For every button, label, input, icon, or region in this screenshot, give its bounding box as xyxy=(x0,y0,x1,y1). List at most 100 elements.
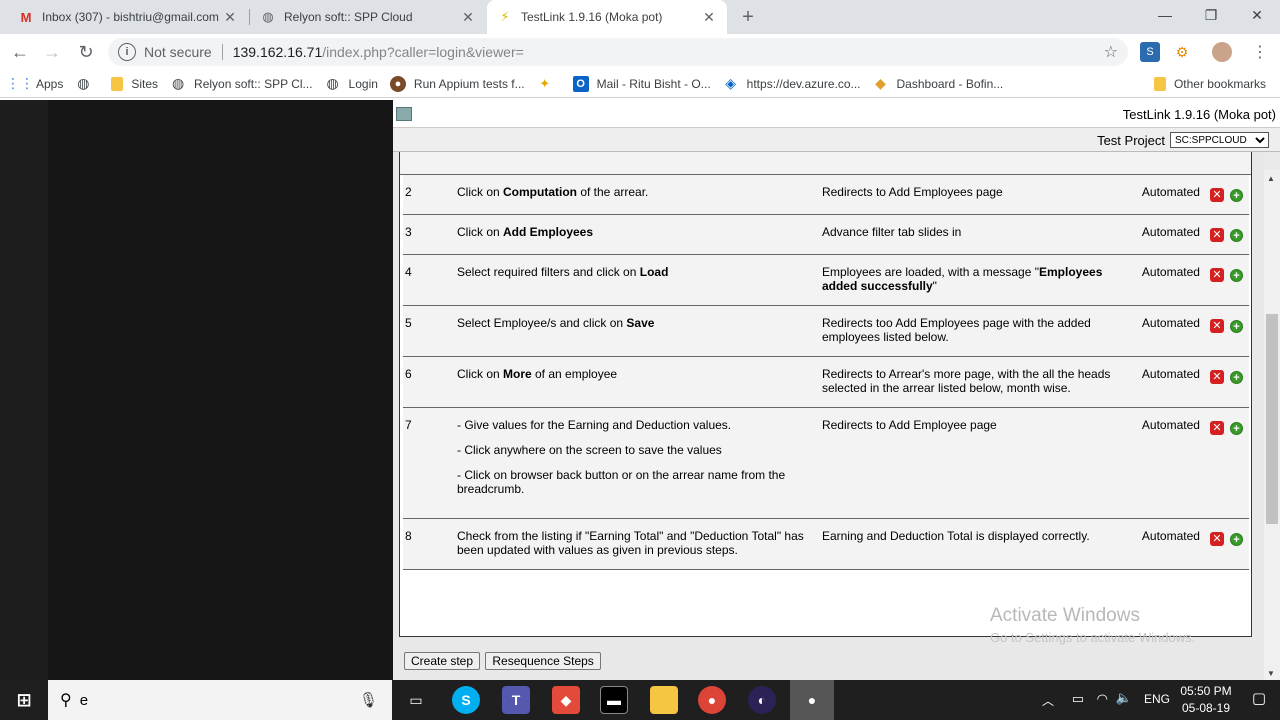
bookmark-dashboard[interactable]: ◆ Dashboard - Bofin... xyxy=(873,75,1003,92)
skype-icon[interactable]: S xyxy=(452,686,480,714)
testlink-header: TestLink 1.9.16 (Moka pot) xyxy=(393,100,1280,128)
bookmark-mail[interactable]: O Mail - Ritu Bisht - O... xyxy=(572,75,711,92)
volume-icon[interactable]: 🔈 xyxy=(1116,690,1132,706)
teams-icon[interactable]: T xyxy=(502,686,530,714)
close-icon[interactable]: ✕ xyxy=(222,9,238,26)
restore-icon[interactable]: ❐ xyxy=(1188,0,1234,30)
eclipse-icon[interactable]: ◐ xyxy=(748,686,776,714)
search-input[interactable]: e xyxy=(80,692,88,709)
delete-step-icon[interactable]: ✕ xyxy=(1209,188,1224,202)
bookmark-relyon[interactable]: ◍ Relyon soft:: SPP Cl... xyxy=(170,75,313,92)
back-icon[interactable]: ← xyxy=(6,38,34,66)
scroll-up-icon[interactable]: ▲ xyxy=(1267,174,1275,183)
step-text: Select required filters and click on Loa… xyxy=(457,265,808,279)
windows-start-icon[interactable]: ⊞ xyxy=(10,686,38,714)
info-icon[interactable]: i xyxy=(118,43,136,61)
scroll-down-icon[interactable]: ▼ xyxy=(1267,669,1275,678)
activate-windows-title: Activate Windows xyxy=(990,605,1140,626)
step-execution-type: Automated xyxy=(1139,518,1204,570)
extension-icon[interactable]: ⚙ xyxy=(1172,42,1192,62)
forward-icon[interactable]: → xyxy=(38,38,66,66)
insert-step-icon[interactable]: + xyxy=(1229,268,1243,282)
step-number: 3 xyxy=(403,214,455,255)
bookmark-sites[interactable]: Sites xyxy=(111,76,158,91)
step-text-bold: Computation xyxy=(503,185,577,199)
step-text: Redirects to Arrear's more page, with th… xyxy=(822,367,1132,395)
steps-container: 2 Click on Computation of the arrear. Redi… xyxy=(399,152,1252,637)
step-buttons: Create step Resequence Steps xyxy=(404,652,603,670)
step-row: 7- Give values for the Earning and Deduc… xyxy=(403,407,1249,519)
step-action: Click on Add Employees xyxy=(454,214,820,255)
new-tab-button[interactable]: + xyxy=(734,3,762,31)
address-bar[interactable]: i Not secure 139.162.16.71/index.php?cal… xyxy=(108,38,1128,66)
microphone-icon[interactable]: 🎙 xyxy=(359,691,378,709)
task-view-icon[interactable]: ▭ xyxy=(402,686,430,714)
close-icon[interactable]: ✕ xyxy=(460,9,476,26)
taskbar-search[interactable]: ⚲ e 🎙 xyxy=(48,680,392,720)
step-number: 4 xyxy=(403,254,455,306)
bookmark-apps[interactable]: ⋮⋮ Apps xyxy=(6,75,63,92)
step-text: Check from the listing if "Earning Total… xyxy=(457,529,808,557)
clock-date[interactable]: 05-08-19 xyxy=(1176,701,1236,715)
chevron-up-icon[interactable]: ︿ xyxy=(1042,692,1054,709)
window-close-icon[interactable]: ✕ xyxy=(1234,0,1280,30)
bookmark-azure[interactable]: ◈ https://dev.azure.co... xyxy=(723,75,860,92)
language-indicator[interactable]: ENG xyxy=(1144,692,1170,706)
tab-gmail[interactable]: M Inbox (307) - bishtriu@gmail.com ✕ xyxy=(8,0,248,34)
chrome-active-icon[interactable]: ● xyxy=(790,680,834,720)
delete-step-icon[interactable]: ✕ xyxy=(1209,319,1224,333)
step-text-segment: of the arrear. xyxy=(577,185,649,199)
test-project-select[interactable]: SC:SPPCLOUD xyxy=(1170,132,1269,148)
avatar[interactable] xyxy=(1212,42,1232,62)
bookmark-label: Login xyxy=(348,76,378,91)
insert-step-icon[interactable]: + xyxy=(1229,421,1243,435)
testlink-logo-icon[interactable] xyxy=(396,107,412,121)
close-icon[interactable]: ✕ xyxy=(701,9,717,26)
bookmark-star-icon[interactable]: ☆ xyxy=(1104,42,1118,62)
extension-icon[interactable]: S xyxy=(1140,42,1160,62)
insert-step-icon[interactable]: + xyxy=(1229,319,1243,333)
delete-step-icon[interactable]: ✕ xyxy=(1209,268,1224,282)
step-text-bold: Add Employees xyxy=(503,225,594,239)
outlook-icon: O xyxy=(572,75,589,92)
clock-time[interactable]: 05:50 PM xyxy=(1176,684,1236,698)
step-row: 2 Click on Computation of the arrear. Redi… xyxy=(403,175,1249,215)
menu-icon[interactable]: ⋮ xyxy=(1246,38,1274,66)
anydesk-icon[interactable]: ◆ xyxy=(552,686,580,714)
delete-step-icon[interactable]: ✕ xyxy=(1209,370,1224,384)
create-step-button[interactable]: Create step xyxy=(404,652,481,670)
bookmark-globe[interactable]: ◍ xyxy=(75,75,99,92)
address-separator xyxy=(221,44,223,60)
bookmark-jira[interactable]: ✦ xyxy=(537,76,561,92)
minimize-icon[interactable]: — xyxy=(1142,0,1188,30)
delete-step-icon[interactable]: ✕ xyxy=(1209,532,1224,546)
bookmark-appium[interactable]: ● Run Appium tests f... xyxy=(389,75,525,92)
step-text: Select Employee/s and click on Save xyxy=(457,316,808,330)
file-explorer-icon[interactable] xyxy=(650,686,678,714)
insert-step-icon[interactable]: + xyxy=(1229,228,1243,242)
pinwheel-icon: ✦ xyxy=(539,75,551,91)
battery-icon[interactable]: ▭ xyxy=(1072,691,1084,707)
bookmark-label: Relyon soft:: SPP Cl... xyxy=(194,76,313,91)
delete-step-icon[interactable]: ✕ xyxy=(1209,228,1224,242)
insert-step-icon[interactable]: + xyxy=(1229,188,1243,202)
bookmark-login[interactable]: ◍ Login xyxy=(325,75,378,92)
notifications-icon[interactable]: ▢ xyxy=(1252,689,1266,707)
step-action: Select Employee/s and click on Save xyxy=(454,305,820,357)
insert-step-icon[interactable]: + xyxy=(1229,532,1243,546)
tab-testlink[interactable]: ⚡ TestLink 1.9.16 (Moka pot) ✕ xyxy=(487,0,727,34)
tab-relyon[interactable]: ◍ Relyon soft:: SPP Cloud ✕ xyxy=(250,0,486,34)
chrome-icon[interactable]: ● xyxy=(698,686,726,714)
step-text: Redirects to Add Employees page xyxy=(822,185,1132,199)
bookmark-label: Mail - Ritu Bisht - O... xyxy=(596,76,711,91)
reload-icon[interactable]: ↻ xyxy=(72,38,100,66)
delete-step-icon[interactable]: ✕ xyxy=(1209,421,1224,435)
azure-devops-icon: ◈ xyxy=(725,75,737,91)
step-text-segment: Click on xyxy=(456,367,503,381)
wifi-icon[interactable]: ◠ xyxy=(1097,691,1108,707)
resequence-steps-button[interactable]: Resequence Steps xyxy=(485,652,601,670)
insert-step-icon[interactable]: + xyxy=(1229,370,1243,384)
terminal-icon[interactable]: ▬ xyxy=(600,686,628,714)
bookmark-other[interactable]: Other bookmarks xyxy=(1153,76,1266,91)
scrollbar-thumb[interactable] xyxy=(1266,314,1278,524)
